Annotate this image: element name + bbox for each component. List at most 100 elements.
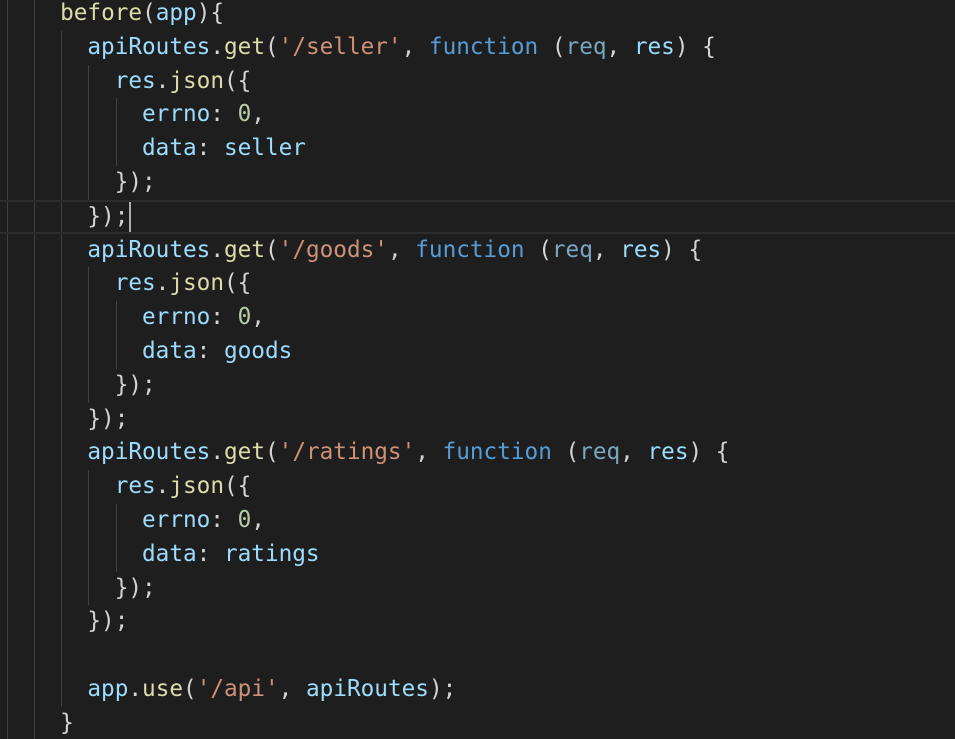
- indent-guide: [33, 30, 35, 65]
- code-line[interactable]: apiRoutes.get('/seller', function (req, …: [0, 30, 955, 65]
- code-line[interactable]: apiRoutes.get('/goods', function (req, r…: [0, 233, 955, 268]
- code-line[interactable]: });: [0, 402, 955, 437]
- indent-guide: [33, 639, 35, 673]
- code-text: errno: 0,: [142, 301, 265, 335]
- code-token: '/seller': [278, 33, 402, 60]
- code-line[interactable]: apiRoutes.get('/ratings', function (req,…: [0, 436, 955, 471]
- code-text: res.json({: [115, 65, 252, 99]
- code-token: get: [224, 439, 265, 466]
- code-token: (: [538, 33, 566, 60]
- code-token: ,: [251, 506, 265, 533]
- code-text: errno: 0,: [142, 98, 265, 132]
- code-token: res: [114, 473, 156, 500]
- code-token: ,: [278, 675, 306, 702]
- code-token: ,: [620, 439, 648, 466]
- code-text: data: seller: [142, 132, 306, 166]
- indent-guide: [61, 503, 63, 538]
- code-token: res: [647, 439, 689, 466]
- code-token: json: [169, 473, 224, 500]
- code-line[interactable]: });: [0, 165, 955, 200]
- indent-guide: [61, 605, 63, 640]
- code-token: use: [142, 675, 184, 702]
- code-text: }: [60, 707, 74, 739]
- code-token: ratings: [223, 540, 320, 567]
- indent-guide: [33, 503, 35, 538]
- code-token: ,: [401, 33, 429, 60]
- code-token: });: [114, 168, 156, 195]
- indent-guide: [61, 470, 63, 504]
- indent-guide: [61, 402, 63, 437]
- code-token: ,: [251, 101, 265, 128]
- indent-guide: [33, 64, 35, 99]
- indent-guide: [33, 706, 35, 739]
- code-token: :: [196, 135, 224, 162]
- code-text: res.json({: [115, 267, 252, 301]
- code-token: .: [128, 675, 143, 702]
- code-line[interactable]: });: [0, 571, 955, 606]
- code-token: });: [87, 405, 129, 432]
- indent-guide: [6, 98, 8, 133]
- indent-guide: [115, 537, 117, 572]
- code-token: ({: [223, 473, 252, 500]
- code-line[interactable]: errno: 0,: [0, 98, 955, 133]
- code-token: });: [114, 574, 156, 601]
- indent-guide: [61, 436, 63, 471]
- code-line[interactable]: errno: 0,: [0, 503, 955, 538]
- code-token: :: [210, 304, 238, 331]
- code-token: res: [114, 67, 156, 94]
- code-token: (: [142, 0, 156, 26]
- code-line[interactable]: [0, 639, 955, 673]
- code-token: req: [579, 439, 621, 466]
- code-line[interactable]: data: ratings: [0, 537, 955, 572]
- indent-guide: [6, 334, 8, 369]
- code-text: app.use('/api', apiRoutes);: [87, 673, 456, 707]
- indent-guide: [61, 165, 63, 200]
- indent-guide: [61, 334, 63, 369]
- code-text: });: [115, 166, 156, 200]
- code-text: data: ratings: [142, 538, 320, 572]
- indent-guide: [61, 267, 63, 302]
- code-line[interactable]: });: [0, 199, 955, 234]
- code-text: });: [87, 403, 128, 437]
- code-line[interactable]: res.json({: [0, 267, 955, 302]
- code-token: :: [196, 540, 224, 567]
- code-token: ({: [223, 67, 252, 94]
- indent-guide: [61, 368, 63, 403]
- code-token: apiRoutes: [87, 439, 211, 466]
- indent-guide: [6, 132, 8, 166]
- indent-guide: [33, 537, 35, 572]
- code-line[interactable]: });: [0, 368, 955, 403]
- indent-guide: [88, 537, 90, 572]
- indent-guide: [6, 706, 8, 739]
- indent-guide: [115, 503, 117, 538]
- indent-guide: [61, 30, 63, 65]
- code-token: app: [87, 675, 129, 702]
- indent-guide: [6, 165, 8, 200]
- code-line[interactable]: });: [0, 605, 955, 640]
- indent-guide: [61, 672, 63, 707]
- code-text: });: [115, 369, 156, 403]
- code-line[interactable]: app.use('/api', apiRoutes);: [0, 672, 955, 707]
- code-line[interactable]: errno: 0,: [0, 301, 955, 335]
- indent-guide: [33, 368, 35, 403]
- code-token: ,: [592, 236, 621, 263]
- code-line[interactable]: }: [0, 706, 955, 739]
- code-line[interactable]: data: seller: [0, 132, 955, 166]
- code-line[interactable]: res.json({: [0, 470, 955, 504]
- indent-guide: [33, 233, 35, 268]
- indent-guide: [88, 334, 90, 369]
- indent-guide: [88, 470, 90, 504]
- code-line[interactable]: data: goods: [0, 334, 955, 369]
- code-token: :: [210, 101, 238, 128]
- code-line[interactable]: before(app){: [0, 0, 955, 31]
- code-token: app: [155, 0, 197, 26]
- indent-guide: [33, 267, 35, 302]
- code-token: get: [224, 236, 265, 263]
- code-token: errno: [142, 101, 211, 128]
- code-editor[interactable]: before(app){apiRoutes.get('/seller', fun…: [0, 0, 955, 739]
- code-line[interactable]: res.json({: [0, 64, 955, 99]
- code-token: data: [142, 135, 197, 162]
- indent-guide: [115, 98, 117, 133]
- code-token: apiRoutes: [87, 236, 211, 263]
- code-token: ){: [196, 0, 225, 26]
